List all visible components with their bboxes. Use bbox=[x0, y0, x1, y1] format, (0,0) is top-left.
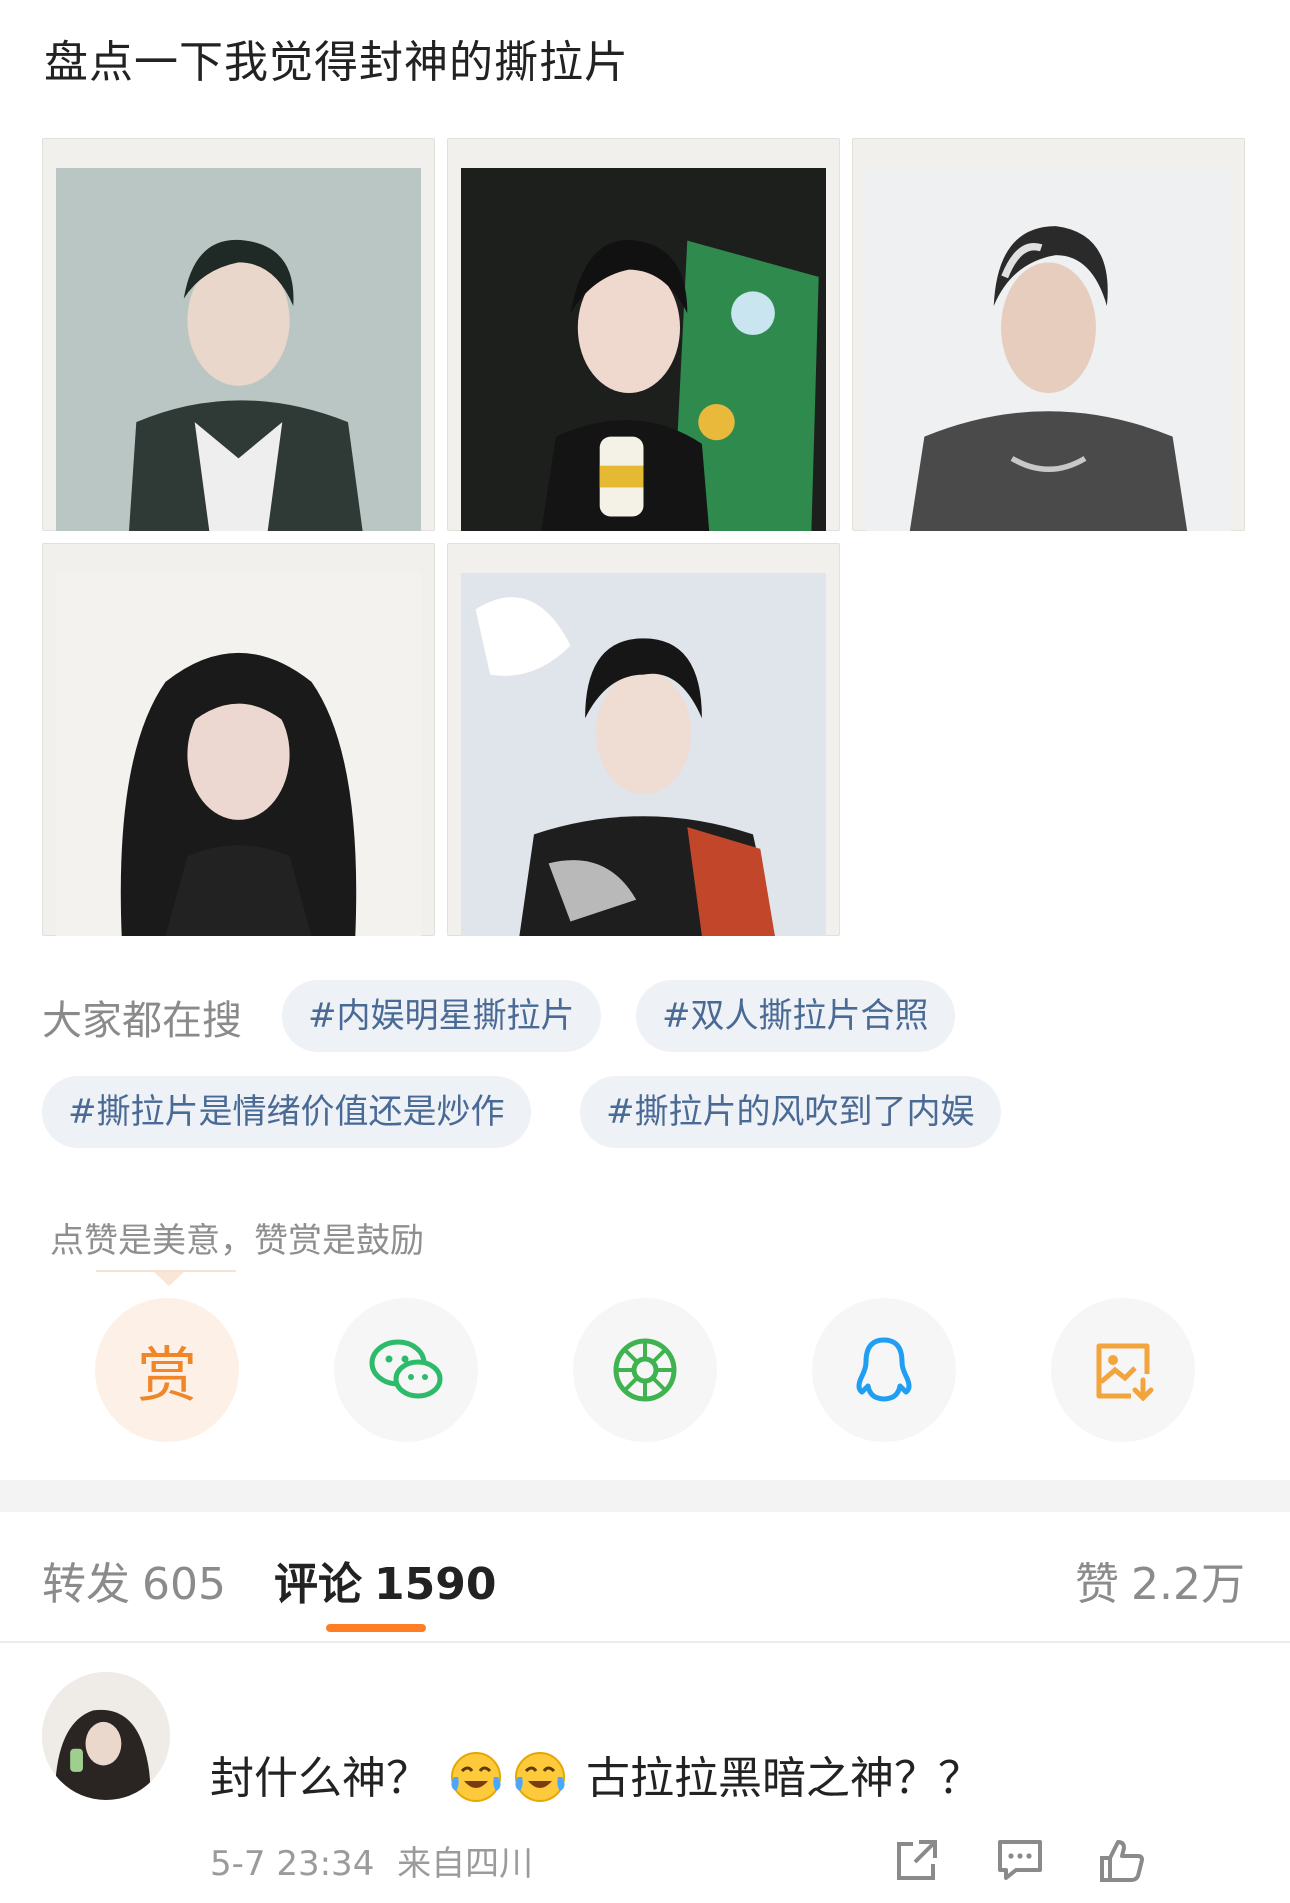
repost-count: 605 bbox=[142, 1559, 226, 1610]
like-comment-icon[interactable] bbox=[1098, 1836, 1146, 1884]
photo-5[interactable] bbox=[447, 543, 840, 936]
comment-text-start: 封什么神？ bbox=[210, 1753, 430, 1804]
share-comment-icon[interactable] bbox=[893, 1836, 941, 1884]
comment-text-end: 古拉拉黑暗之神？？ bbox=[586, 1753, 982, 1804]
comment-text: 封什么神？ 古拉拉黑暗之神？？ bbox=[210, 1742, 982, 1806]
like-label: 赞 bbox=[1075, 1559, 1119, 1610]
reward-icon: 赏 bbox=[137, 1340, 197, 1411]
search-tag[interactable]: #内娱明星撕拉片 bbox=[282, 980, 601, 1052]
commenter-avatar[interactable] bbox=[42, 1672, 170, 1800]
trending-search-label: 大家都在搜 bbox=[42, 998, 242, 1044]
photo-2[interactable] bbox=[447, 138, 840, 531]
save-image-icon bbox=[1096, 1343, 1154, 1402]
qq-icon bbox=[856, 1337, 912, 1402]
save-image-button[interactable] bbox=[1051, 1298, 1195, 1442]
tab-divider bbox=[0, 1641, 1290, 1643]
like-count: 2.2万 bbox=[1131, 1559, 1245, 1610]
comment-count: 1590 bbox=[374, 1559, 497, 1610]
wechat-icon bbox=[369, 1339, 443, 1399]
crying-laughing-emoji-icon bbox=[515, 1752, 565, 1802]
reward-button[interactable]: 赏 bbox=[95, 1298, 239, 1442]
moments-icon bbox=[613, 1338, 677, 1402]
section-divider bbox=[0, 1480, 1290, 1512]
repost-label: 转发 bbox=[42, 1559, 130, 1610]
tab-likes[interactable]: 赞 2.2万 bbox=[1075, 1548, 1245, 1612]
comment-label: 评论 bbox=[274, 1559, 362, 1610]
comment-time: 5-7 23:34 bbox=[210, 1844, 375, 1884]
share-wechat-button[interactable] bbox=[334, 1298, 478, 1442]
crying-laughing-emoji-icon bbox=[451, 1752, 501, 1802]
reply-comment-icon[interactable] bbox=[996, 1836, 1044, 1884]
tab-repost[interactable]: 转发 605 bbox=[42, 1548, 226, 1612]
photo-grid bbox=[42, 138, 1246, 938]
search-tag[interactable]: #双人撕拉片合照 bbox=[636, 980, 955, 1052]
photo-3[interactable] bbox=[852, 138, 1245, 531]
reward-note: 点赞是美意，赞赏是鼓励 bbox=[50, 1221, 424, 1261]
share-qq-button[interactable] bbox=[812, 1298, 956, 1442]
reward-pointer bbox=[154, 1272, 184, 1286]
photo-1[interactable] bbox=[42, 138, 435, 531]
search-tag[interactable]: #撕拉片的风吹到了内娱 bbox=[580, 1076, 1001, 1148]
post-title: 盘点一下我觉得封神的撕拉片 bbox=[44, 37, 629, 88]
search-tag[interactable]: #撕拉片是情绪价值还是炒作 bbox=[42, 1076, 531, 1148]
photo-4[interactable] bbox=[42, 543, 435, 936]
tab-comments[interactable]: 评论 1590 bbox=[274, 1548, 496, 1612]
comment-location: 来自四川 bbox=[397, 1844, 534, 1884]
comment-meta: 5-7 23:34 来自四川 bbox=[210, 1836, 533, 1885]
share-moments-button[interactable] bbox=[573, 1298, 717, 1442]
active-tab-indicator bbox=[326, 1624, 426, 1632]
